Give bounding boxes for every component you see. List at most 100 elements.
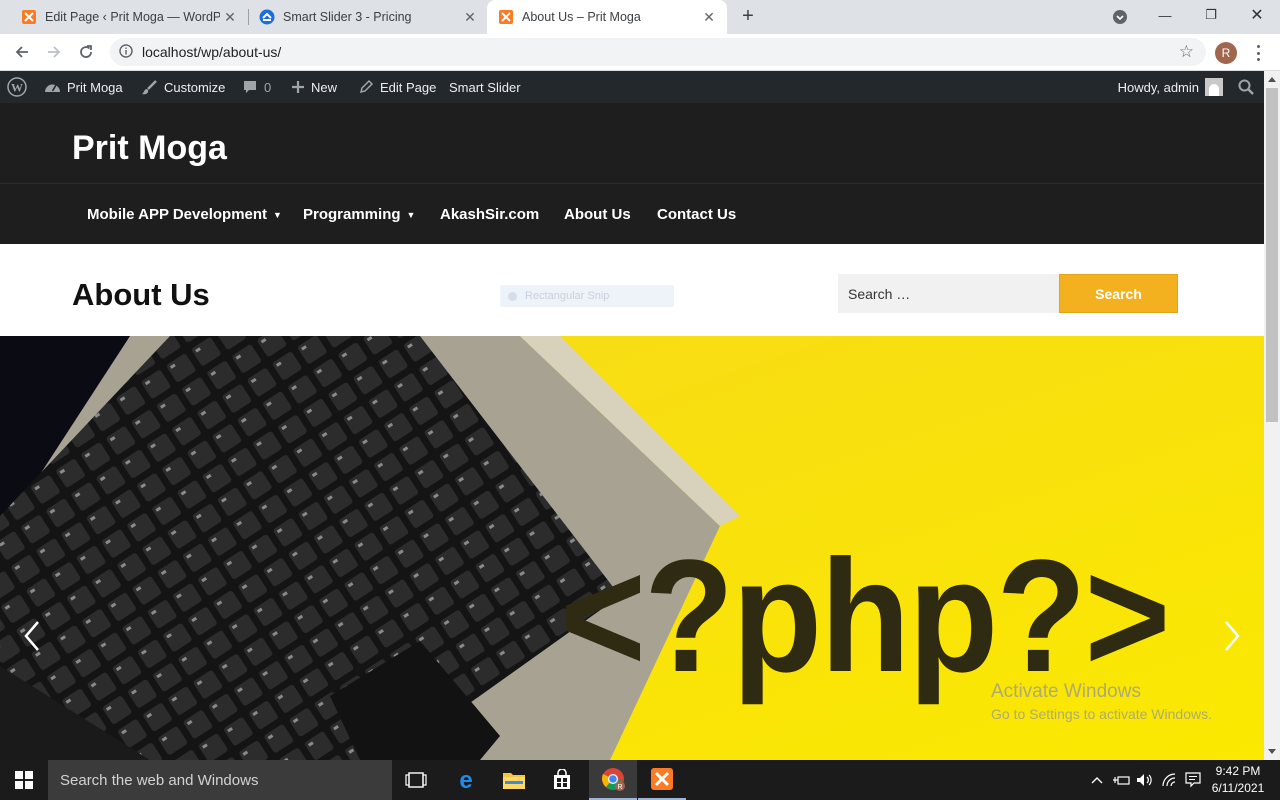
reload-button[interactable] <box>74 41 98 63</box>
url-text: localhost/wp/about-us/ <box>142 44 282 60</box>
paintbrush-icon <box>142 79 157 94</box>
clock-time: 9:42 PM <box>1215 764 1261 778</box>
admin-avatar <box>1205 78 1223 96</box>
address-bar[interactable]: localhost/wp/about-us/ ☆ <box>110 38 1206 66</box>
nav-item-about-us[interactable]: About Us <box>564 206 631 223</box>
nav-item-label: About Us <box>564 206 631 223</box>
tab-about-us[interactable]: About Us – Prit Moga ✕ <box>487 0 727 34</box>
close-tab-icon[interactable]: ✕ <box>460 9 480 26</box>
volume-tray-icon[interactable] <box>1134 760 1156 800</box>
browser-menu-icon[interactable] <box>1252 44 1264 62</box>
nav-item-label: Mobile APP Development <box>87 206 268 223</box>
back-arrow-icon <box>15 46 28 58</box>
restore-icon[interactable]: ❐ <box>1188 0 1234 30</box>
windows-taskbar: Search the web and Windows e R 9:42 PM 6… <box>0 760 1280 800</box>
admin-search-icon[interactable] <box>1238 79 1254 95</box>
customize-link[interactable]: Customize <box>141 71 225 103</box>
task-view-button[interactable] <box>392 760 440 800</box>
comments-link[interactable]: 0 <box>242 71 271 103</box>
taskbar-clock[interactable]: 9:42 PM 6/11/2021 <box>1206 763 1270 797</box>
customize-label: Customize <box>164 79 226 95</box>
xampp-taskbar-button[interactable] <box>638 760 686 800</box>
show-hidden-icons[interactable] <box>1088 760 1106 800</box>
page-title: About Us <box>72 277 210 312</box>
minimize-icon[interactable]: — <box>1142 0 1188 30</box>
edit-page-label: Edit Page <box>380 79 437 95</box>
power-tray-icon[interactable] <box>1110 760 1132 800</box>
edit-page-link[interactable]: Edit Page <box>358 71 436 103</box>
network-tray-icon[interactable] <box>1159 760 1181 800</box>
dashboard-icon <box>45 84 60 92</box>
smart-slider-link[interactable]: Smart Slider <box>449 71 521 103</box>
nav-item-mobile-app-development[interactable]: Mobile APP Development ▼ <box>87 206 282 223</box>
speaker-icon <box>1137 774 1152 786</box>
close-tab-icon[interactable]: ✕ <box>220 9 240 26</box>
wp-admin-bar: W Prit Moga Customize 0 New Edit Page Sm… <box>0 71 1264 103</box>
profile-avatar[interactable]: R <box>1215 42 1237 64</box>
activate-windows-subtext: Go to Settings to activate Windows. <box>991 706 1212 722</box>
taskbar-search[interactable]: Search the web and Windows <box>48 760 392 800</box>
pencil-icon <box>359 79 374 94</box>
new-content-link[interactable]: New <box>291 71 337 103</box>
battery-plug-icon <box>1113 776 1130 785</box>
admin-site-name[interactable]: Prit Moga <box>44 71 123 103</box>
store-button[interactable] <box>538 760 586 800</box>
close-window-icon[interactable]: ✕ <box>1234 0 1280 30</box>
close-tab-icon[interactable]: ✕ <box>699 9 719 26</box>
tab-smart-slider-pricing[interactable]: Smart Slider 3 - Pricing ✕ <box>238 0 488 34</box>
xampp-icon <box>22 10 36 24</box>
wordpress-logo-icon[interactable]: W <box>7 71 27 103</box>
my-account-menu[interactable]: Howdy, admin <box>1118 71 1223 103</box>
bookmark-star-icon[interactable]: ☆ <box>1179 42 1194 62</box>
activate-windows-watermark: Activate Windows <box>991 681 1141 702</box>
reload-icon <box>80 45 92 58</box>
search-button[interactable]: Search <box>1059 274 1178 313</box>
scroll-down-icon[interactable] <box>1268 749 1276 754</box>
howdy-label: Howdy, admin <box>1117 79 1199 95</box>
nav-item-contact-us[interactable]: Contact Us <box>657 206 736 223</box>
chrome-button[interactable]: R <box>589 760 637 800</box>
start-button[interactable] <box>0 760 48 800</box>
chevron-up-icon <box>1091 777 1103 784</box>
tab-title: Edit Page ‹ Prit Moga — WordPress <box>45 10 220 24</box>
slider-prev-arrow-icon[interactable] <box>20 618 44 654</box>
nav-item-label: Contact Us <box>657 206 737 223</box>
tab-search-icon[interactable] <box>1112 9 1128 25</box>
slide-headline: <?php?> <box>560 526 1170 705</box>
tab-title: Smart Slider 3 - Pricing <box>283 10 412 24</box>
file-explorer-button[interactable] <box>490 760 538 800</box>
browser-toolbar: localhost/wp/about-us/ ☆ <box>0 34 1280 71</box>
tab-edit-page[interactable]: Edit Page ‹ Prit Moga — WordPress ✕ <box>0 0 248 34</box>
page-scrollbar[interactable] <box>1264 71 1280 760</box>
xampp-icon <box>499 10 513 24</box>
search-input[interactable] <box>838 274 1060 313</box>
plus-icon <box>292 81 304 93</box>
xampp-icon <box>651 768 673 790</box>
site-title[interactable]: Prit Moga <box>72 129 227 168</box>
chevron-down-icon: ▼ <box>406 209 416 220</box>
comment-bubble-icon <box>244 81 256 93</box>
svg-text:W: W <box>11 81 23 95</box>
nav-item-programming[interactable]: Programming ▼ <box>303 206 415 223</box>
smart-slider-label: Smart Slider <box>449 79 521 95</box>
smart-slider-icon <box>259 9 275 25</box>
browser-tab-strip: Edit Page ‹ Prit Moga — WordPress ✕ Smar… <box>0 0 1280 34</box>
site-info-icon[interactable] <box>119 44 133 58</box>
new-label: New <box>311 79 338 95</box>
edge-icon: e <box>459 769 472 791</box>
scrollbar-thumb[interactable] <box>1266 88 1278 422</box>
nav-item-akashsir[interactable]: AkashSir.com <box>440 206 539 223</box>
new-tab-button[interactable]: + <box>736 5 760 29</box>
comments-count: 0 <box>264 79 272 95</box>
chrome-icon: R <box>602 768 625 791</box>
forward-button[interactable] <box>42 41 66 63</box>
tab-title: About Us – Prit Moga <box>522 10 641 24</box>
folder-icon <box>503 773 525 789</box>
back-button[interactable] <box>10 41 34 63</box>
nav-item-label: Programming <box>303 206 401 223</box>
admin-site-name-label: Prit Moga <box>67 79 123 95</box>
slider-next-arrow-icon[interactable] <box>1220 618 1244 654</box>
scroll-up-icon[interactable] <box>1268 77 1276 82</box>
edge-browser-button[interactable]: e <box>442 760 490 800</box>
action-center-icon[interactable] <box>1182 760 1204 800</box>
